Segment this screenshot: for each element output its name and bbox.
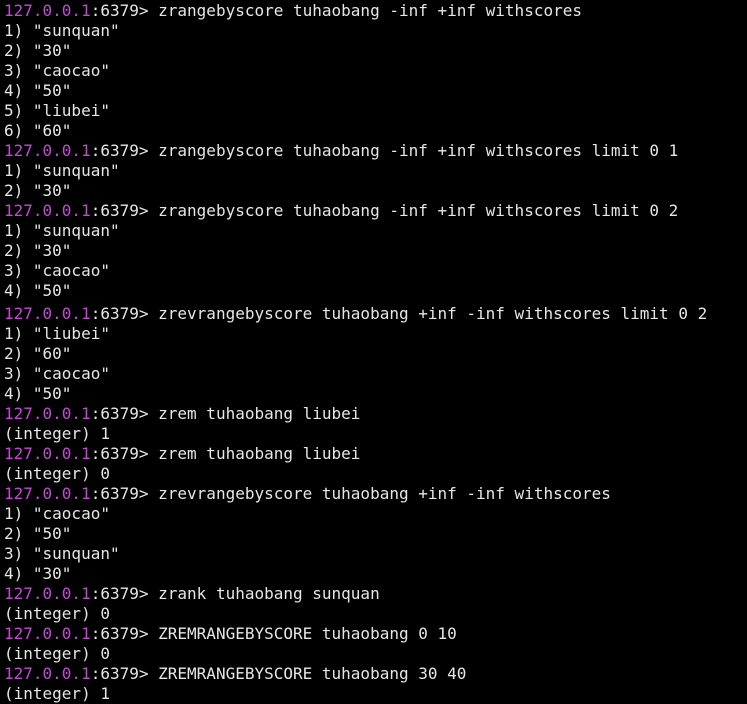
output-text: 2) "60": [4, 344, 72, 363]
output-text: 5) "liubei": [4, 101, 110, 120]
output-line: 2) "60": [4, 344, 747, 364]
prompt-port: :6379>: [90, 624, 159, 643]
output-line: (integer) 1: [4, 684, 747, 704]
output-text: 1) "caocao": [4, 504, 110, 523]
output-text: (integer) 1: [4, 424, 110, 443]
output-line: 3) "caocao": [4, 261, 747, 281]
output-line: 2) "30": [4, 241, 747, 261]
output-text: (integer) 1: [4, 684, 110, 703]
prompt-line: 127.0.0.1:6379> zrem tuhaobang liubei: [4, 404, 747, 424]
output-line: 4) "30": [4, 564, 747, 584]
prompt-line: 127.0.0.1:6379> zrangebyscore tuhaobang …: [4, 141, 747, 161]
terminal-window[interactable]: 127.0.0.1:6379> zrangebyscore tuhaobang …: [0, 0, 747, 704]
output-line: (integer) 0: [4, 644, 747, 664]
output-text: 2) "50": [4, 524, 72, 543]
prompt-port: :6379>: [90, 304, 159, 323]
output-text: (integer) 0: [4, 644, 110, 663]
output-line: 1) "sunquan": [4, 21, 747, 41]
output-text: 3) "caocao": [4, 261, 110, 280]
prompt-host: 127.0.0.1: [4, 404, 91, 423]
prompt-line: 127.0.0.1:6379> zrem tuhaobang liubei: [4, 444, 747, 464]
output-text: (integer) 0: [4, 464, 110, 483]
prompt-host: 127.0.0.1: [4, 664, 91, 683]
prompt-host: 127.0.0.1: [4, 444, 91, 463]
output-text: 4) "50": [4, 384, 72, 403]
prompt-line: 127.0.0.1:6379> zrevrangebyscore tuhaoba…: [4, 484, 747, 504]
prompt-port: :6379>: [90, 1, 159, 20]
command-text: zrem tuhaobang liubei: [158, 404, 361, 423]
command-text: zrem tuhaobang liubei: [158, 444, 361, 463]
output-text: 1) "sunquan": [4, 21, 120, 40]
output-text: (integer) 0: [4, 604, 110, 623]
output-text: 4) "50": [4, 81, 72, 100]
prompt-line: 127.0.0.1:6379> zrangebyscore tuhaobang …: [4, 201, 747, 221]
output-text: 3) "sunquan": [4, 544, 120, 563]
prompt-port: :6379>: [90, 141, 159, 160]
command-text: ZREMRANGEBYSCORE tuhaobang 0 10: [158, 624, 457, 643]
prompt-line: 127.0.0.1:6379> zrangebyscore tuhaobang …: [4, 1, 747, 21]
output-text: 2) "30": [4, 181, 72, 200]
output-line: 2) "30": [4, 181, 747, 201]
output-line: 1) "liubei": [4, 324, 747, 344]
output-line: 1) "caocao": [4, 504, 747, 524]
output-line: 6) "60": [4, 121, 747, 141]
prompt-port: :6379>: [90, 484, 159, 503]
output-text: 6) "60": [4, 121, 72, 140]
output-line: 3) "caocao": [4, 364, 747, 384]
output-line: (integer) 0: [4, 464, 747, 484]
command-text: zrangebyscore tuhaobang -inf +inf withsc…: [158, 1, 582, 20]
output-text: 4) "30": [4, 564, 72, 583]
prompt-port: :6379>: [90, 584, 159, 603]
output-line: (integer) 1: [4, 424, 747, 444]
output-line: 4) "50": [4, 384, 747, 404]
prompt-port: :6379>: [90, 664, 159, 683]
prompt-host: 127.0.0.1: [4, 304, 91, 323]
command-text: zrangebyscore tuhaobang -inf +inf withsc…: [158, 141, 679, 160]
output-line: 5) "liubei": [4, 101, 747, 121]
prompt-line: 127.0.0.1:6379> ZREMRANGEBYSCORE tuhaoba…: [4, 664, 747, 684]
output-text: 4) "50": [4, 281, 72, 300]
output-text: 3) "caocao": [4, 364, 110, 383]
command-text: ZREMRANGEBYSCORE tuhaobang 30 40: [158, 664, 467, 683]
output-line: 3) "caocao": [4, 61, 747, 81]
prompt-host: 127.0.0.1: [4, 484, 91, 503]
prompt-host: 127.0.0.1: [4, 624, 91, 643]
output-line: 4) "50": [4, 81, 747, 101]
output-text: 3) "caocao": [4, 61, 110, 80]
prompt-port: :6379>: [90, 201, 159, 220]
command-text: zrevrangebyscore tuhaobang +inf -inf wit…: [158, 304, 708, 323]
prompt-line: 127.0.0.1:6379> zrank tuhaobang sunquan: [4, 584, 747, 604]
prompt-host: 127.0.0.1: [4, 201, 91, 220]
output-text: 2) "30": [4, 41, 72, 60]
command-text: zrank tuhaobang sunquan: [158, 584, 380, 603]
output-line: (integer) 0: [4, 604, 747, 624]
output-line: 1) "sunquan": [4, 161, 747, 181]
output-text: 2) "30": [4, 241, 72, 260]
output-line: 2) "50": [4, 524, 747, 544]
output-text: 1) "liubei": [4, 324, 110, 343]
output-line: 3) "sunquan": [4, 544, 747, 564]
prompt-host: 127.0.0.1: [4, 1, 91, 20]
prompt-line: 127.0.0.1:6379> ZREMRANGEBYSCORE tuhaoba…: [4, 624, 747, 644]
prompt-host: 127.0.0.1: [4, 584, 91, 603]
command-text: zrevrangebyscore tuhaobang +inf -inf wit…: [158, 484, 611, 503]
output-line: 2) "30": [4, 41, 747, 61]
output-line: 1) "sunquan": [4, 221, 747, 241]
prompt-port: :6379>: [90, 444, 159, 463]
output-line: 4) "50": [4, 281, 747, 304]
command-text: zrangebyscore tuhaobang -inf +inf withsc…: [158, 201, 679, 220]
prompt-line: 127.0.0.1:6379> zrevrangebyscore tuhaoba…: [4, 304, 747, 324]
prompt-host: 127.0.0.1: [4, 141, 91, 160]
output-text: 1) "sunquan": [4, 221, 120, 240]
prompt-port: :6379>: [90, 404, 159, 423]
output-text: 1) "sunquan": [4, 161, 120, 180]
